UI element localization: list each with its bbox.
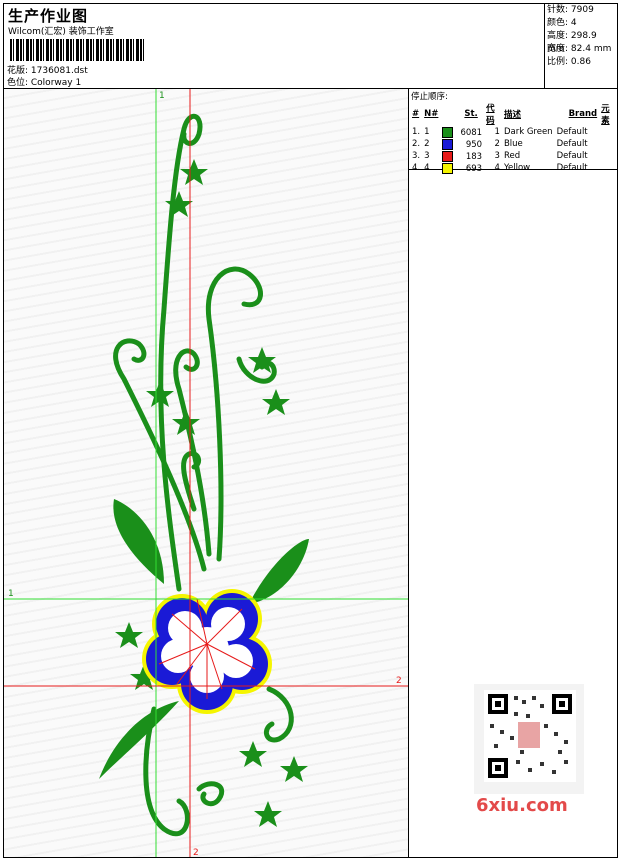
stat-scale: 比例: 0.86 bbox=[547, 57, 591, 67]
row-element bbox=[599, 150, 617, 162]
guide-h2-label: 2 bbox=[396, 676, 402, 686]
watermark: 6xiu.com bbox=[476, 795, 568, 816]
row-index: 2. bbox=[412, 139, 421, 149]
row-element bbox=[599, 126, 617, 138]
embroidery-design: 1 2 1 2 bbox=[4, 89, 408, 857]
row-brand: Default bbox=[556, 139, 588, 149]
row-stitches: 6081 bbox=[440, 126, 484, 138]
bottom-curl bbox=[196, 781, 224, 807]
stat-height: 高度: 298.9 mm bbox=[547, 31, 597, 54]
page-title: 生产作业图 bbox=[8, 7, 89, 25]
row-brand: Default bbox=[556, 127, 588, 137]
row-number: 3 bbox=[424, 151, 430, 161]
row-code: 1 bbox=[494, 127, 500, 137]
col-code: 代码 bbox=[486, 104, 495, 126]
stop-sequence-panel: 停止顺序: # N# St. 代码 描述 Brand 元素 1. 1 6081 1 D… bbox=[409, 89, 617, 174]
row-element bbox=[599, 162, 617, 174]
row-brand: Default bbox=[556, 163, 588, 173]
design-canvas: 1 2 1 2 bbox=[4, 89, 409, 857]
star-10 bbox=[280, 756, 308, 782]
stat-width: 宽度: 82.4 mm bbox=[547, 44, 612, 54]
qr-code bbox=[474, 684, 584, 794]
col-element: 元素 bbox=[601, 104, 610, 126]
star-9 bbox=[239, 741, 267, 767]
color-swatch bbox=[442, 162, 454, 174]
guide-v1-label: 1 bbox=[159, 91, 165, 101]
row-number: 1 bbox=[424, 127, 430, 137]
col-brand: Brand bbox=[568, 109, 598, 119]
row-code: 4 bbox=[494, 163, 500, 173]
stem-right bbox=[205, 266, 263, 562]
star-4 bbox=[262, 389, 290, 415]
star-1 bbox=[180, 159, 208, 185]
header-panel: 生产作业图 Wilcom(汇宏) 装饰工作室 花版: 1736081.dst 色… bbox=[4, 4, 545, 88]
stat-colors: 颜色: 4 bbox=[547, 18, 577, 28]
row-code: 3 bbox=[494, 151, 500, 161]
row-index: 1. bbox=[412, 127, 421, 137]
guide-h1-label: 1 bbox=[8, 589, 14, 599]
studio-name: Wilcom(汇宏) 装饰工作室 bbox=[8, 27, 114, 37]
table-row: 2. 2 950 2 Blue Default bbox=[410, 138, 617, 150]
star-11 bbox=[254, 801, 282, 827]
star-7 bbox=[115, 622, 143, 648]
col-number: N# bbox=[424, 109, 439, 119]
color-swatch bbox=[442, 150, 454, 162]
row-index: 3. bbox=[412, 151, 421, 161]
row-index: 4. bbox=[412, 163, 421, 173]
color-swatch bbox=[442, 126, 454, 138]
table-row: 1. 1 6081 1 Dark Green Default bbox=[410, 126, 617, 138]
flower bbox=[142, 589, 272, 714]
stats-panel: 针数: 7909 颜色: 4 高度: 298.9 mm 宽度: 82.4 mm … bbox=[545, 4, 617, 88]
guide-v2-label: 2 bbox=[193, 848, 199, 857]
row-description: Yellow bbox=[503, 163, 531, 173]
star-6 bbox=[172, 409, 200, 435]
production-sheet: 生产作业图 Wilcom(汇宏) 装饰工作室 花版: 1736081.dst 色… bbox=[3, 3, 618, 858]
row-element bbox=[599, 138, 617, 150]
row-stitches: 183 bbox=[440, 150, 484, 162]
table-row: 4. 4 693 4 Yellow Default bbox=[410, 162, 617, 174]
row-description: Red bbox=[503, 151, 521, 161]
stop-sequence-table: # N# St. 代码 描述 Brand 元素 1. 1 6081 1 Dark Gr… bbox=[410, 102, 617, 174]
leaf-bottom-left bbox=[99, 701, 179, 779]
row-stitches: 950 bbox=[440, 138, 484, 150]
table-row: 3. 3 183 3 Red Default bbox=[410, 150, 617, 162]
col-description: 描述 bbox=[503, 110, 521, 120]
row-description: Blue bbox=[503, 139, 523, 149]
row-code: 2 bbox=[494, 139, 500, 149]
colorway-label: 色位: Colorway 1 bbox=[7, 78, 82, 88]
row-brand: Default bbox=[556, 151, 588, 161]
leaf-right bbox=[249, 539, 309, 604]
guide-lines bbox=[4, 89, 408, 857]
row-stitches: 693 bbox=[440, 162, 484, 174]
barcode bbox=[10, 39, 144, 61]
col-index: # bbox=[412, 109, 420, 119]
row-description: Dark Green bbox=[503, 127, 553, 137]
stem-low-curl bbox=[181, 451, 202, 512]
bottom-stem-right bbox=[263, 686, 294, 743]
stop-sequence-caption: 停止顺序: bbox=[411, 92, 448, 102]
table-header-row: # N# St. 代码 描述 Brand 元素 bbox=[410, 102, 617, 126]
stat-stitches: 针数: 7909 bbox=[547, 5, 594, 15]
col-stitches: St. bbox=[464, 109, 478, 119]
color-swatch bbox=[442, 138, 454, 150]
row-number: 2 bbox=[424, 139, 430, 149]
row-number: 4 bbox=[424, 163, 430, 173]
